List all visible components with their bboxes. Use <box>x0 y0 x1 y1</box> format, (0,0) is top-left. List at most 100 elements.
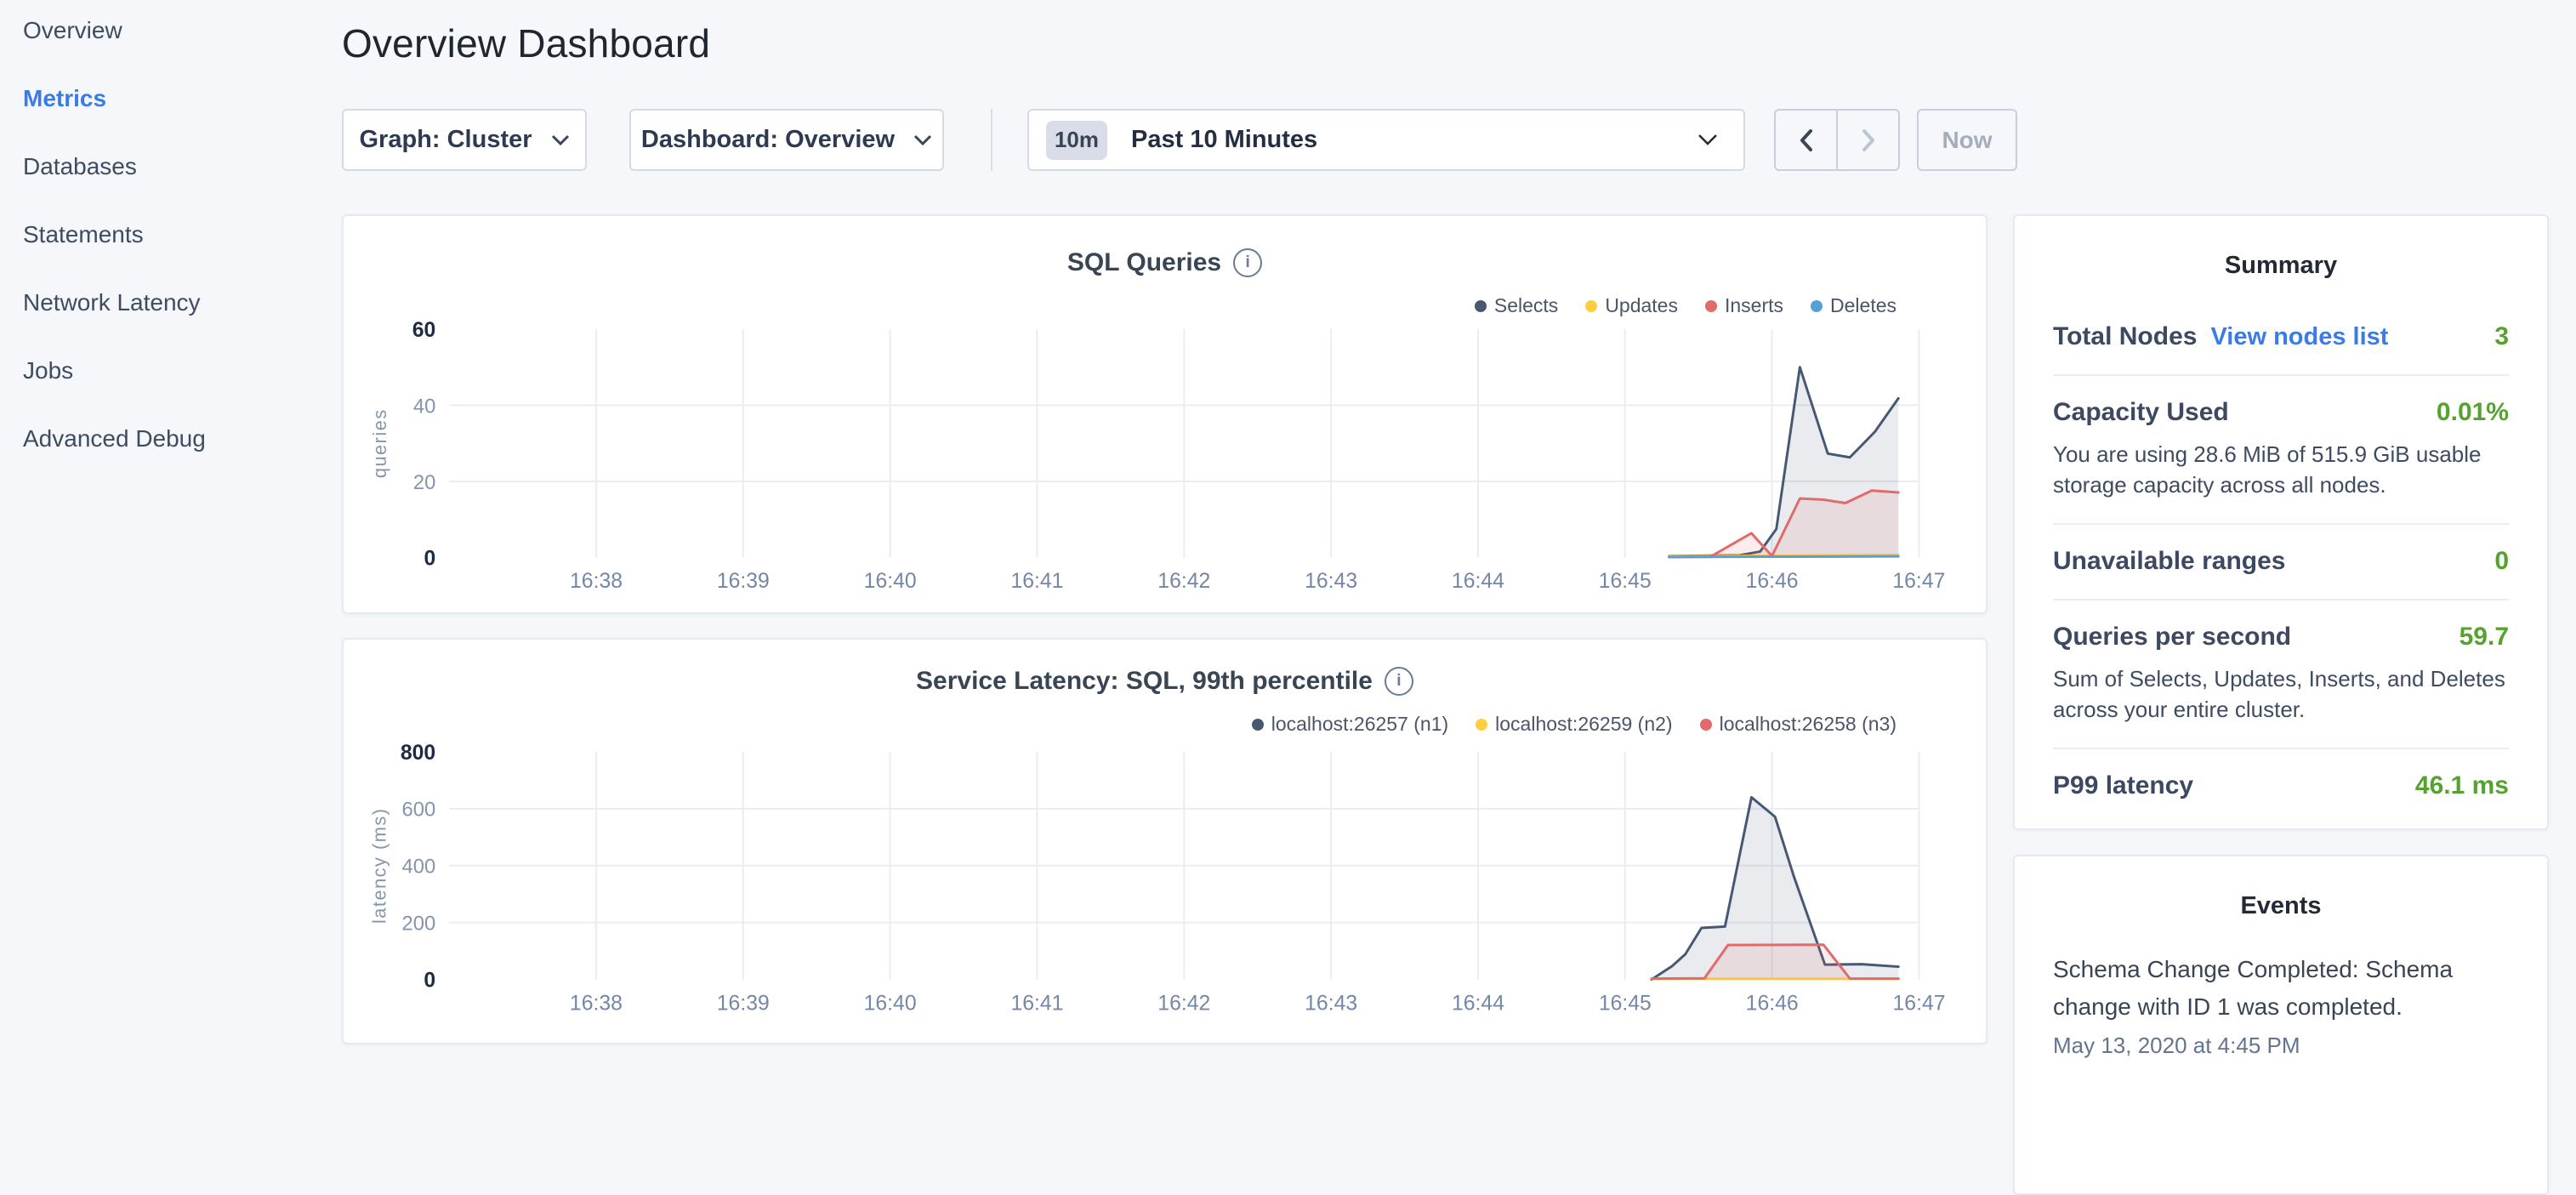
summary-row-value: 0 <box>2494 547 2509 576</box>
chart-title: Service Latency: SQL, 99th percentile <box>916 667 1373 696</box>
svg-text:16:39: 16:39 <box>717 992 770 1015</box>
svg-text:16:43: 16:43 <box>1305 992 1357 1015</box>
chart-title-row: SQL Queries i <box>344 248 1986 277</box>
legend-label: Updates <box>1605 294 1678 317</box>
controls-divider <box>991 109 992 171</box>
summary-row-value: 59.7 <box>2459 623 2509 652</box>
sidebar-item-statements[interactable]: Statements <box>0 218 342 286</box>
summary-row-label: Capacity Used <box>2053 398 2229 427</box>
legend-label: Inserts <box>1725 294 1783 317</box>
svg-text:40: 40 <box>413 395 435 418</box>
chevron-right-icon <box>1860 128 1877 152</box>
svg-text:16:46: 16:46 <box>1746 992 1799 1015</box>
now-button[interactable]: Now <box>1917 109 2017 171</box>
event-timestamp: May 13, 2020 at 4:45 PM <box>2053 1033 2509 1059</box>
page-title: Overview Dashboard <box>342 20 710 66</box>
events-panel-title: Events <box>2053 856 2509 946</box>
summary-row-desc: Sum of Selects, Updates, Inserts, and De… <box>2053 663 2509 725</box>
svg-text:queries: queries <box>369 408 390 478</box>
legend-dot <box>1585 300 1597 312</box>
sql-queries-chart-card: SQL Queries i SelectsUpdatesInsertsDelet… <box>342 214 1987 614</box>
sidebar: Overview Metrics Databases Statements Ne… <box>0 0 342 1065</box>
legend-item: localhost:26257 (n1) <box>1252 713 1448 736</box>
legend-label: localhost:26258 (n3) <box>1720 713 1896 736</box>
summary-row-unavailable-ranges: Unavailable ranges 0 <box>2053 523 2509 599</box>
sidebar-item-advanced-debug[interactable]: Advanced Debug <box>0 422 342 490</box>
svg-text:16:47: 16:47 <box>1893 992 1946 1015</box>
summary-row-total-nodes: Total Nodes View nodes list 3 <box>2053 305 2509 374</box>
legend-dot <box>1811 300 1823 312</box>
svg-text:16:43: 16:43 <box>1305 570 1357 593</box>
svg-text:800: 800 <box>401 742 435 765</box>
summary-row-p99-latency: P99 latency 46.1 ms <box>2053 748 2509 823</box>
svg-text:60: 60 <box>412 319 436 342</box>
legend-item: localhost:26259 (n2) <box>1476 713 1672 736</box>
summary-row-desc: You are using 28.6 MiB of 515.9 GiB usab… <box>2053 439 2509 500</box>
svg-text:16:42: 16:42 <box>1157 992 1210 1015</box>
chart-title-row: Service Latency: SQL, 99th percentile i <box>344 667 1986 696</box>
summary-row-value: 0.01% <box>2437 398 2509 427</box>
legend-label: localhost:26259 (n2) <box>1495 713 1672 736</box>
time-step-forward-button[interactable] <box>1836 111 1898 169</box>
svg-text:600: 600 <box>402 799 436 822</box>
summary-row-value: 3 <box>2494 322 2509 351</box>
svg-text:16:45: 16:45 <box>1599 570 1652 593</box>
legend-item: Inserts <box>1705 294 1783 317</box>
sidebar-item-jobs[interactable]: Jobs <box>0 354 342 422</box>
dashboard-dropdown[interactable]: Dashboard: Overview <box>629 109 944 171</box>
svg-text:16:38: 16:38 <box>570 992 623 1015</box>
chart-legend: SelectsUpdatesInsertsDeletes <box>1475 294 1896 317</box>
svg-text:16:40: 16:40 <box>864 992 917 1015</box>
summary-row-value: 46.1 ms <box>2415 771 2509 800</box>
legend-label: Deletes <box>1830 294 1896 317</box>
view-nodes-list-link[interactable]: View nodes list <box>2210 323 2388 351</box>
time-window-badge: 10m <box>1046 121 1107 160</box>
legend-dot <box>1700 719 1712 731</box>
svg-text:16:45: 16:45 <box>1599 992 1652 1015</box>
graph-scope-dropdown-label: Graph: Cluster <box>359 126 532 154</box>
sidebar-item-network-latency[interactable]: Network Latency <box>0 286 342 354</box>
svg-text:16:46: 16:46 <box>1746 570 1799 593</box>
summary-row-label: Queries per second <box>2053 623 2291 652</box>
svg-text:16:42: 16:42 <box>1157 570 1210 593</box>
svg-text:16:40: 16:40 <box>864 570 917 593</box>
chart-legend: localhost:26257 (n1) localhost:26259 (n2)… <box>1252 713 1896 736</box>
summary-panel: Summary Total Nodes View nodes list 3 Ca… <box>2013 214 2549 830</box>
svg-text:400: 400 <box>402 856 436 879</box>
svg-text:16:47: 16:47 <box>1892 570 1945 593</box>
svg-text:16:44: 16:44 <box>1452 570 1504 593</box>
chevron-down-icon <box>551 134 570 146</box>
chevron-left-icon <box>1798 128 1815 152</box>
summary-panel-title: Summary <box>2053 216 2509 305</box>
svg-text:0: 0 <box>424 547 436 570</box>
sidebar-item-overview[interactable]: Overview <box>0 14 342 82</box>
event-list-item: Schema Change Completed: Schema change w… <box>2053 951 2509 1059</box>
svg-text:16:39: 16:39 <box>717 570 770 593</box>
svg-text:16:38: 16:38 <box>570 570 623 593</box>
chart-title: SQL Queries <box>1067 248 1221 277</box>
summary-row-queries-per-second: Queries per second 59.7 Sum of Selects, … <box>2053 599 2509 748</box>
svg-text:20: 20 <box>413 471 435 494</box>
time-step-back-button[interactable] <box>1776 111 1836 169</box>
legend-dot <box>1705 300 1717 312</box>
legend-item: Deletes <box>1811 294 1896 317</box>
service-latency-chart-plot[interactable]: 16:3816:3916:4016:4116:4216:4316:4416:45… <box>344 640 1986 1043</box>
sidebar-item-metrics[interactable]: Metrics <box>0 82 342 150</box>
summary-row-capacity-used: Capacity Used 0.01% You are using 28.6 M… <box>2053 374 2509 523</box>
legend-item: Updates <box>1585 294 1678 317</box>
svg-text:0: 0 <box>424 970 435 993</box>
graph-scope-dropdown[interactable]: Graph: Cluster <box>342 109 587 171</box>
info-icon[interactable]: i <box>1233 248 1262 277</box>
svg-text:16:41: 16:41 <box>1010 992 1063 1015</box>
svg-text:200: 200 <box>402 913 436 936</box>
info-icon[interactable]: i <box>1385 667 1413 696</box>
sidebar-item-databases[interactable]: Databases <box>0 150 342 218</box>
legend-dot <box>1475 300 1487 312</box>
legend-label: localhost:26257 (n1) <box>1271 713 1448 736</box>
time-window-dropdown[interactable]: 10m Past 10 Minutes <box>1027 109 1745 171</box>
svg-text:16:41: 16:41 <box>1010 570 1063 593</box>
summary-row-label: Unavailable ranges <box>2053 547 2285 576</box>
dashboard-dropdown-label: Dashboard: Overview <box>641 126 895 154</box>
legend-dot <box>1476 719 1487 731</box>
summary-row-label: Total Nodes <box>2053 322 2197 351</box>
